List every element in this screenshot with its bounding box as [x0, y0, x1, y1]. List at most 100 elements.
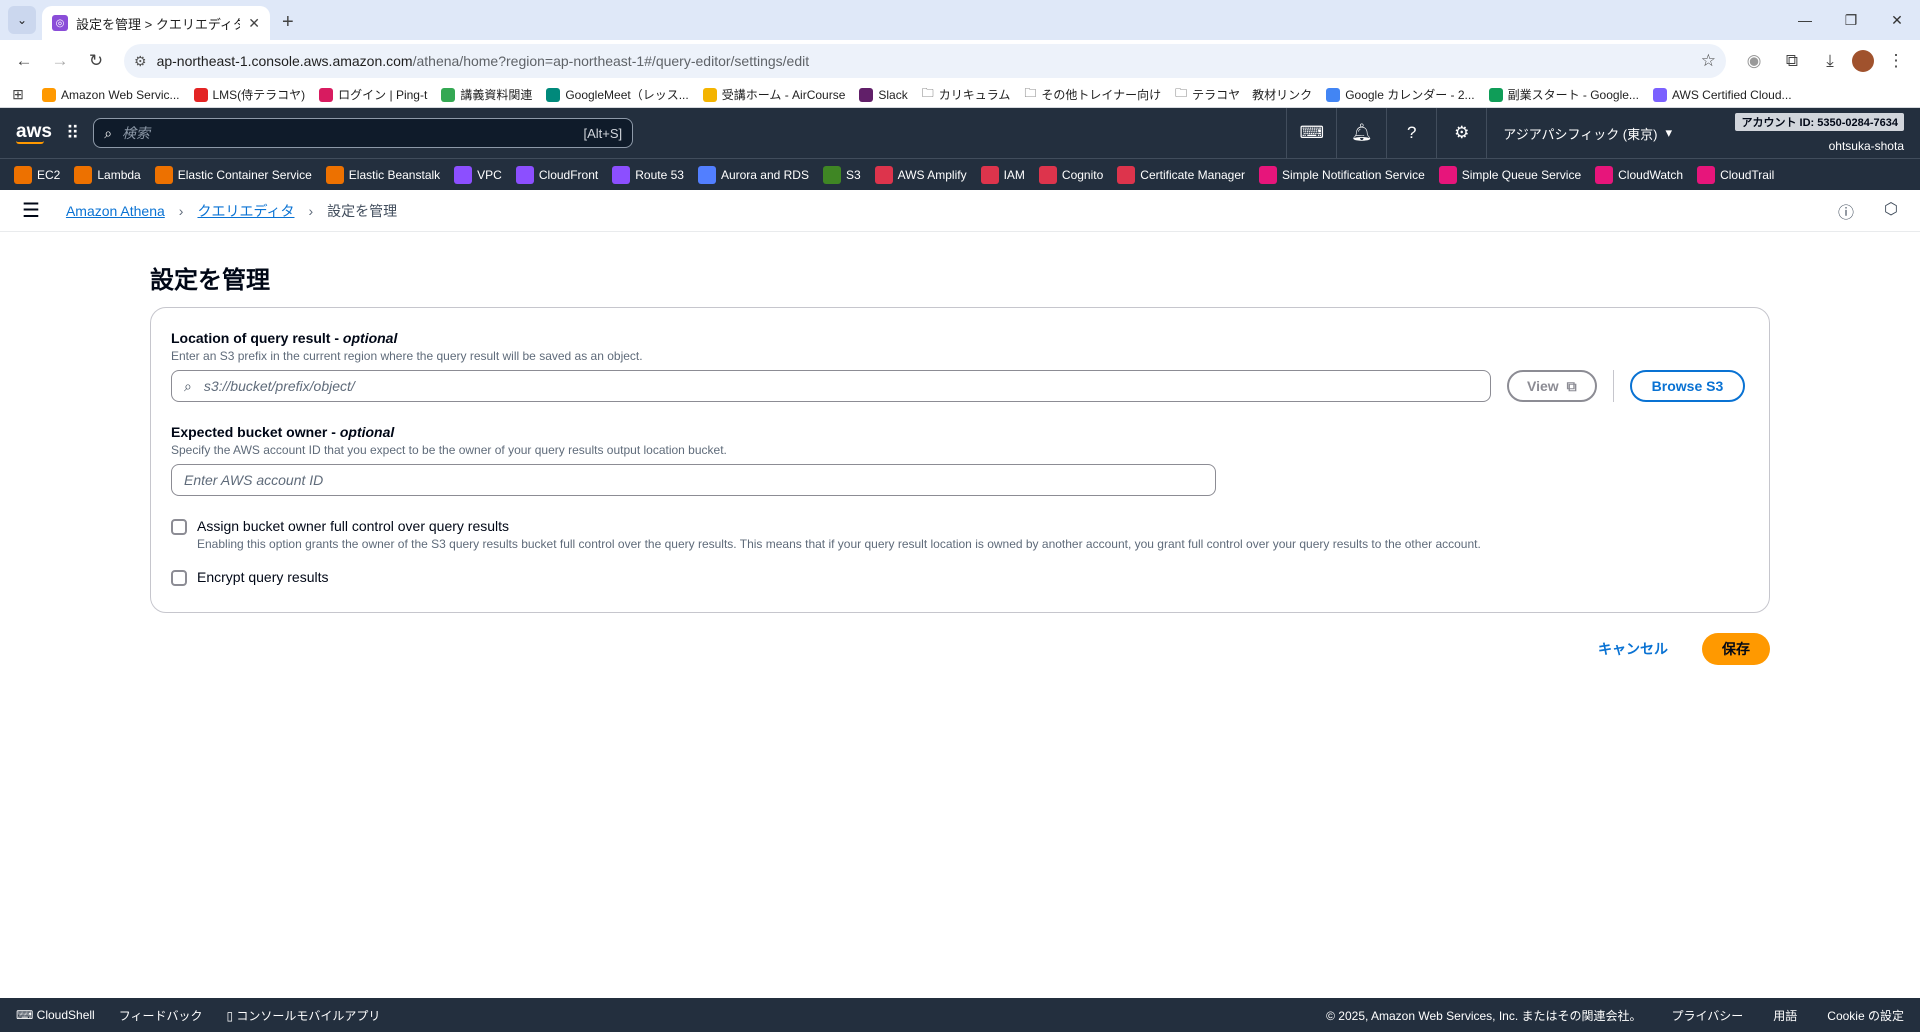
meet-icon — [546, 87, 561, 102]
bookmark-item[interactable]: GoogleMeet（レッス... — [546, 86, 689, 103]
copyright-text: © 2025, Amazon Web Services, Inc. またはその関… — [1326, 1008, 1642, 1023]
back-arrow-icon[interactable]: ← — [8, 45, 40, 77]
favorite-service-vpc[interactable]: VPC — [454, 165, 502, 184]
bookmark-item[interactable]: 講義資料関連 — [441, 86, 532, 103]
forward-arrow-icon[interactable]: → — [44, 45, 76, 77]
query-result-location-input[interactable]: ⌕ s3://bucket/prefix/object/ — [171, 370, 1491, 402]
account-menu[interactable]: アカウント ID: 5350-0284-7634 ohtsuka-shota — [1688, 113, 1904, 153]
mobile-app-link[interactable]: ▯ コンソールモバイルアプリ — [226, 1007, 380, 1024]
console-search-input[interactable]: ⌕ 検索 [Alt+S] — [93, 118, 634, 148]
extensions-icon[interactable]: ⧉ — [1776, 45, 1808, 77]
bookmark-item[interactable]: Amazon Web Servic... — [42, 87, 180, 102]
restore-icon[interactable]: ❐ — [1828, 0, 1874, 40]
cloudshell-link[interactable]: ⌨ CloudShell — [16, 1008, 95, 1022]
bookmark-item[interactable]: 受講ホーム - AirCourse — [702, 86, 845, 103]
view-button[interactable]: View ⧉ — [1507, 370, 1597, 402]
bookmark-item[interactable]: Google カレンダー - 2... — [1326, 86, 1475, 103]
favorite-service-sqs[interactable]: Simple Queue Service — [1438, 165, 1581, 184]
assign-control-checkbox[interactable] — [171, 519, 187, 535]
address-bar[interactable]: ⚙ ap-northeast-1.console.aws.amazon.com/… — [124, 44, 1726, 78]
favorite-service-cloudfront[interactable]: CloudFront — [515, 165, 598, 184]
settings-gear-icon[interactable]: ⚙ — [1436, 108, 1486, 158]
bookmark-icon — [1652, 87, 1667, 102]
favorite-service-ec2[interactable]: EC2 — [14, 165, 60, 184]
cookie-settings-link[interactable]: Cookie の設定 — [1827, 1007, 1904, 1024]
account-user: ohtsuka-shota — [1828, 139, 1904, 153]
feedback-link[interactable]: フィードバック — [119, 1007, 203, 1024]
favorite-service-amplify[interactable]: AWS Amplify — [874, 165, 967, 184]
cancel-button[interactable]: キャンセル — [1598, 639, 1668, 659]
favorite-service-route53[interactable]: Route 53 — [612, 165, 684, 184]
tab-search-button[interactable]: ⌄ — [8, 6, 36, 34]
bookmark-item[interactable]: ログイン | Ping-t — [319, 86, 427, 103]
save-button[interactable]: 保存 — [1702, 633, 1770, 665]
favorite-service-rds[interactable]: Aurora and RDS — [697, 165, 809, 184]
iam-icon — [980, 165, 999, 184]
close-tab-icon[interactable]: ✕ — [248, 15, 260, 32]
help-icon[interactable]: ? — [1386, 108, 1436, 158]
bookmark-star-icon[interactable]: ☆ — [1701, 51, 1716, 71]
breadcrumb-query-editor[interactable]: クエリエディタ — [197, 201, 294, 221]
camera-icon[interactable]: ◉ — [1738, 45, 1770, 77]
bookmark-folder[interactable]: 🗀 テラコヤ 教材リンク — [1175, 84, 1312, 105]
bookmark-icon — [193, 87, 208, 102]
divider — [1612, 370, 1614, 402]
favorite-service-s3[interactable]: S3 — [822, 165, 861, 184]
breadcrumb-athena[interactable]: Amazon Athena — [66, 203, 165, 219]
account-id-placeholder: Enter AWS account ID — [184, 472, 324, 488]
aws-logo[interactable]: aws — [16, 122, 66, 144]
bookmark-item[interactable]: 副業スタート - Google... — [1488, 86, 1639, 103]
apps-grid-icon[interactable]: ⊞ — [8, 82, 28, 107]
cloudshell-icon[interactable]: ⌨ — [1286, 108, 1336, 158]
close-window-icon[interactable]: ✕ — [1874, 0, 1920, 40]
favorite-service-cloudwatch[interactable]: CloudWatch — [1595, 165, 1683, 184]
sns-icon — [1259, 165, 1278, 184]
favorite-service-beanstalk[interactable]: Elastic Beanstalk — [325, 165, 440, 184]
minimize-icon[interactable]: — — [1782, 0, 1828, 40]
profile-avatar[interactable] — [1852, 50, 1874, 72]
account-id-badge: アカウント ID: 5350-0284-7634 — [1735, 113, 1904, 131]
new-tab-icon[interactable]: + — [282, 11, 294, 34]
region-selector[interactable]: アジアパシフィック (東京) ▾ — [1486, 108, 1688, 158]
favorite-service-iam[interactable]: IAM — [980, 165, 1025, 184]
encrypt-label[interactable]: Encrypt query results — [197, 569, 329, 585]
bookmark-item[interactable]: LMS(侍テラコヤ) — [193, 86, 305, 103]
favorite-service-ecs[interactable]: Elastic Container Service — [154, 165, 312, 184]
services-favorites-bar: EC2 Lambda Elastic Container Service Ela… — [0, 158, 1920, 190]
terms-link[interactable]: 用語 — [1773, 1007, 1797, 1024]
aws-account-id-input[interactable]: Enter AWS account ID — [171, 464, 1216, 496]
menu-kebab-icon[interactable]: ⋮ — [1880, 45, 1912, 77]
caret-down-icon: ▾ — [1665, 125, 1672, 140]
assign-control-label[interactable]: Assign bucket owner full control over qu… — [197, 518, 1481, 534]
calendar-icon — [1326, 87, 1341, 102]
bookmark-item[interactable]: Slack — [859, 87, 908, 102]
bookmark-item[interactable]: AWS Certified Cloud... — [1652, 87, 1792, 102]
favorite-service-sns[interactable]: Simple Notification Service — [1259, 165, 1425, 184]
bookmark-folder[interactable]: 🗀 カリキュラム — [922, 84, 1011, 105]
encrypt-checkbox[interactable] — [171, 570, 187, 586]
favorite-service-cloudtrail[interactable]: CloudTrail — [1697, 165, 1774, 184]
reload-icon[interactable]: ↻ — [80, 45, 112, 77]
privacy-link[interactable]: プライバシー — [1672, 1007, 1744, 1024]
download-icon[interactable]: ⤓ — [1814, 45, 1846, 77]
site-info-icon[interactable]: ⚙ — [134, 53, 147, 70]
hamburger-menu-icon[interactable]: ☰ — [22, 198, 40, 223]
s3-icon — [822, 165, 841, 184]
info-icon[interactable]: ⓘ — [1838, 199, 1854, 223]
search-shortcut: [Alt+S] — [583, 125, 623, 141]
cloudtrail-icon — [1697, 165, 1716, 184]
notifications-bell-icon[interactable]: 🔔︎ — [1336, 108, 1386, 158]
browse-s3-button[interactable]: Browse S3 — [1629, 370, 1746, 402]
shield-icon[interactable]: ⬡ — [1884, 199, 1898, 223]
breadcrumb-current: 設定を管理 — [327, 202, 398, 219]
bookmark-folder[interactable]: 🗀 その他トレイナー向け — [1024, 84, 1161, 105]
favorite-service-lambda[interactable]: Lambda — [74, 165, 141, 184]
browser-tab-strip: ⌄ ◎ 設定を管理 > クエリエディタ | Athe ✕ + — ❐ ✕ — [0, 0, 1920, 40]
services-menu-icon[interactable]: ⠿ — [66, 123, 79, 144]
assign-control-option: Assign bucket owner full control over qu… — [171, 518, 1749, 551]
favorite-service-acm[interactable]: Certificate Manager — [1117, 165, 1245, 184]
favorite-service-cognito[interactable]: Cognito — [1038, 165, 1103, 184]
chevron-right-icon: › — [308, 202, 314, 219]
url-path: /athena/home?region=ap-northeast-1#/quer… — [412, 53, 810, 69]
browser-tab-active[interactable]: ◎ 設定を管理 > クエリエディタ | Athe ✕ — [42, 6, 270, 40]
